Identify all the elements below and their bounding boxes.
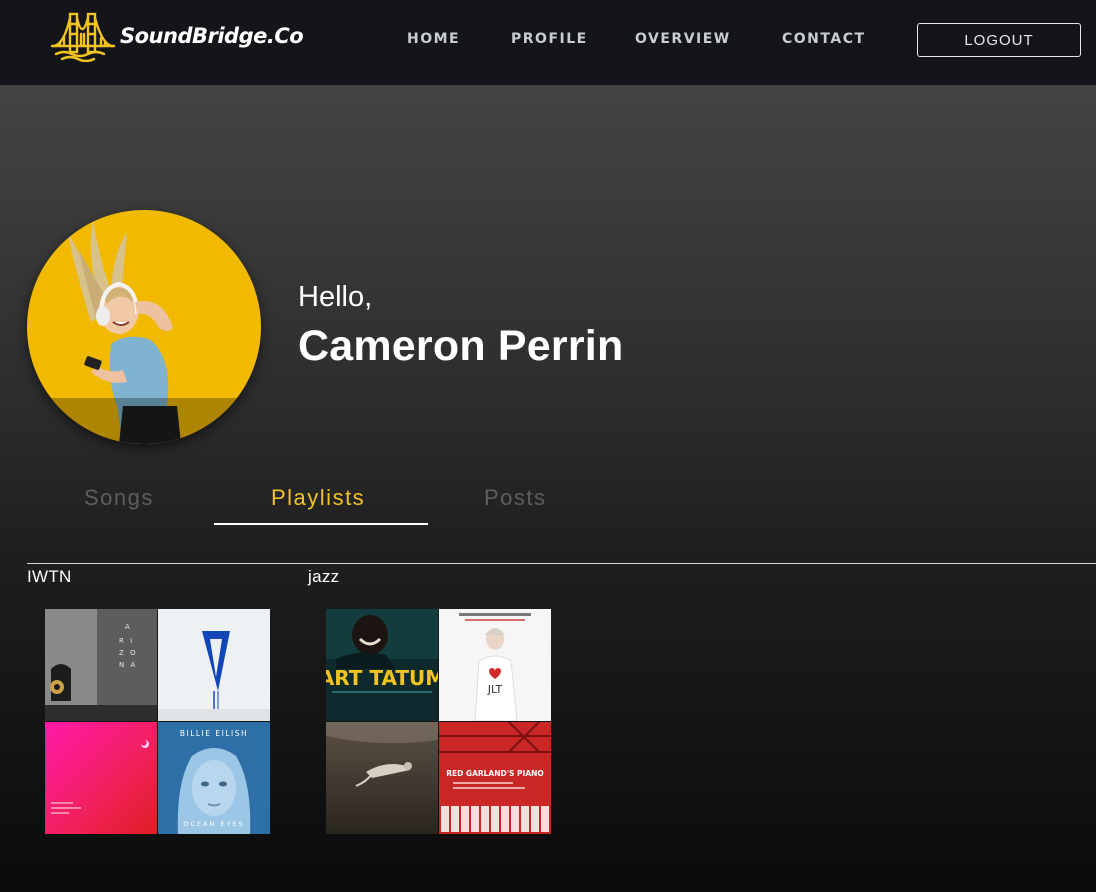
tab-songs[interactable]: Songs — [84, 485, 154, 511]
album-text: BILLIE EILISH — [180, 729, 248, 738]
album-art-tile — [158, 609, 270, 721]
section-divider — [27, 563, 1096, 564]
golden-gate-bridge-logo-icon[interactable] — [50, 10, 116, 63]
album-art-tile: ART TATUM — [326, 609, 438, 721]
album-art-tile: BILLIE EILISH OCEAN EYES — [158, 722, 270, 834]
tab-playlists[interactable]: Playlists — [271, 485, 365, 511]
logout-button[interactable]: LOGOUT — [917, 23, 1081, 57]
greeting: Hello, — [298, 281, 373, 313]
album-art-tile — [45, 722, 157, 834]
brand-name[interactable]: SoundBridge.Co — [120, 24, 304, 48]
album-text: N A — [119, 661, 137, 669]
album-art-tile: A R I Z O N A — [45, 609, 157, 721]
album-text: Z O — [119, 649, 138, 657]
album-text: OCEAN EYES — [183, 820, 244, 828]
nav-home[interactable]: HOME — [407, 31, 460, 47]
album-art-tile — [326, 722, 438, 834]
album-text: R I — [119, 637, 134, 645]
playlist-title[interactable]: IWTN — [27, 567, 72, 587]
playlist-cover-iwtn[interactable]: A R I Z O N A BILLIE EILISH OCEAN EYES — [45, 609, 270, 834]
nav-overview[interactable]: OVERVIEW — [635, 31, 731, 47]
album-text: A — [125, 623, 132, 631]
album-text: RED GARLAND'S PIANO — [446, 769, 544, 778]
playlist-title[interactable]: jazz — [308, 567, 339, 587]
album-art-tile: JLT — [439, 609, 551, 721]
user-name: Cameron Perrin — [298, 322, 624, 370]
album-text: JLT — [487, 683, 503, 696]
profile-avatar — [27, 210, 261, 444]
album-art-tile: RED GARLAND'S PIANO — [439, 722, 551, 834]
nav-profile[interactable]: PROFILE — [511, 31, 588, 47]
navbar: SoundBridge.Co HOME PROFILE OVERVIEW CON… — [0, 0, 1096, 85]
playlist-cover-jazz[interactable]: ART TATUM JLT RED GARLAND'S PIANO — [326, 609, 551, 834]
active-tab-indicator — [214, 523, 428, 525]
tab-posts[interactable]: Posts — [484, 485, 547, 511]
nav-contact[interactable]: CONTACT — [782, 31, 866, 47]
album-text: ART TATUM — [326, 666, 438, 690]
